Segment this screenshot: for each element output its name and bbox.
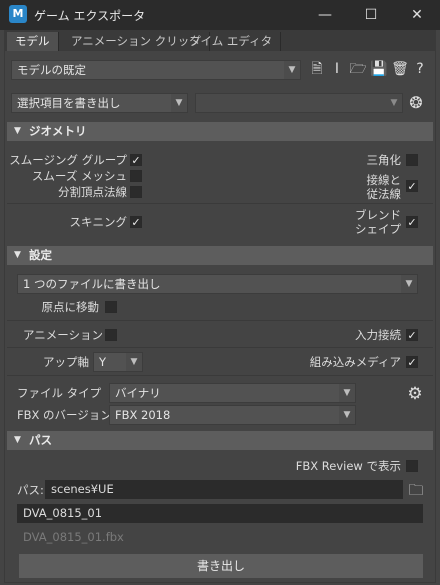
triangulate-checkbox[interactable] [406, 154, 418, 166]
input-connections-checkbox[interactable]: ✓ [406, 329, 418, 341]
settings-section-title: 設定 [29, 248, 52, 262]
export-mode-value: 選択項目を書き出し [17, 96, 121, 110]
blendshapes-label-line2: シェイプ [355, 222, 401, 236]
help-icon[interactable]: ? [411, 60, 429, 78]
fbx-version-value: FBX 2018 [115, 408, 171, 422]
tab-model[interactable]: モデル [7, 32, 59, 51]
preset-value: モデルの既定 [17, 63, 86, 77]
file-mode-value: 1 つのファイルに書き出し [23, 277, 161, 291]
close-button[interactable]: ✕ [394, 0, 440, 30]
separator [7, 203, 433, 204]
separator [7, 375, 433, 376]
selection-set-dropdown[interactable]: ▼ [195, 93, 403, 113]
fbx-version-dropdown[interactable]: FBX 2018 ▼ [109, 405, 356, 425]
up-axis-dropdown[interactable]: Y ▼ [93, 352, 143, 372]
smoothing-groups-label: スムージング グループ [9, 153, 127, 167]
collapse-triangle-icon: ▼ [14, 126, 21, 136]
export-mode-dropdown[interactable]: 選択項目を書き出し ▼ [11, 93, 188, 113]
chevron-down-icon: ▼ [171, 94, 187, 112]
file-type-label: ファイル タイプ [17, 386, 102, 400]
separator [7, 347, 433, 348]
input-connections-label: 入力接続 [355, 328, 401, 342]
geometry-section-header[interactable]: ▼ ジオメトリ [7, 122, 433, 141]
blendshapes-label-line1: ブレンド [355, 208, 401, 222]
path-input[interactable]: scenes¥UE [45, 480, 403, 499]
open-folder-icon[interactable]: 🗁 [349, 60, 367, 78]
file-name-preview: DVA_0815_01.fbx [23, 530, 124, 544]
minimize-button[interactable]: — [302, 0, 348, 30]
tab-bar: モデル アニメーション クリップ タイム エディタ [5, 31, 435, 51]
skinning-label: スキニング [69, 215, 128, 229]
fbx-review-label: FBX Review で表示 [295, 459, 401, 473]
path-section-header[interactable]: ▼ パス [7, 431, 433, 450]
triangulate-label: 三角化 [366, 153, 402, 167]
chevron-down-icon: ▼ [126, 353, 142, 371]
smooth-mesh-checkbox[interactable] [130, 170, 142, 182]
file-name-input[interactable]: DVA_0815_01 [17, 504, 423, 523]
chevron-down-icon: ▼ [284, 61, 300, 79]
selection-sets-icon[interactable]: ❂ [407, 94, 425, 112]
chevron-down-icon: ▼ [401, 275, 417, 293]
file-type-value: バイナリ [115, 386, 161, 400]
up-axis-value: Y [99, 355, 107, 369]
tab-time-editor[interactable]: タイム エディタ [181, 32, 282, 51]
embed-media-checkbox[interactable]: ✓ [406, 356, 418, 368]
delete-icon[interactable]: 🗑 [391, 60, 409, 78]
smoothing-groups-checkbox[interactable]: ✓ [130, 154, 142, 166]
tangents-label-line1: 接線と [366, 173, 402, 187]
export-button[interactable]: 書き出し [19, 554, 423, 578]
title-bar: M ゲーム エクスポータ — ☐ ✕ [0, 0, 440, 30]
window-title: ゲーム エクスポータ [34, 9, 146, 23]
up-axis-label: アップ軸 [43, 355, 89, 369]
add-preset-icon[interactable]: 🗎 [308, 60, 326, 78]
geometry-section-title: ジオメトリ [29, 124, 87, 138]
collapse-triangle-icon: ▼ [14, 250, 21, 260]
split-vertex-normals-label: 分割頂点法線 [58, 185, 127, 199]
embed-media-label: 組み込みメディア [309, 355, 401, 369]
gear-icon[interactable]: ⚙ [406, 385, 424, 403]
fbx-version-label: FBX のバージョン [17, 408, 112, 422]
folder-icon[interactable]: 🗀 [407, 481, 425, 499]
tangents-binormals-checkbox[interactable]: ✓ [406, 180, 418, 192]
animation-label: アニメーション [22, 328, 103, 342]
split-vertex-normals-checkbox[interactable] [130, 186, 142, 198]
maya-app-icon: M [9, 5, 27, 23]
settings-section-header[interactable]: ▼ 設定 [7, 246, 433, 265]
skinning-checkbox[interactable]: ✓ [130, 216, 142, 228]
smooth-mesh-label: スムーズ メッシュ [31, 169, 127, 183]
tangents-label-line2: 従法線 [366, 187, 402, 201]
move-to-origin-checkbox[interactable] [105, 301, 117, 313]
preset-dropdown[interactable]: モデルの既定 ▼ [11, 60, 301, 80]
fbx-review-checkbox[interactable] [406, 460, 418, 472]
collapse-triangle-icon: ▼ [14, 435, 21, 445]
animation-checkbox[interactable] [105, 329, 117, 341]
file-type-dropdown[interactable]: バイナリ ▼ [109, 383, 356, 403]
rename-preset-icon[interactable]: Ⅰ [328, 60, 346, 78]
chevron-down-icon: ▼ [386, 94, 402, 112]
separator [7, 320, 433, 321]
path-section-title: パス [29, 433, 52, 447]
blendshapes-checkbox[interactable]: ✓ [406, 216, 418, 228]
chevron-down-icon: ▼ [339, 384, 355, 402]
chevron-down-icon: ▼ [339, 406, 355, 424]
maximize-button[interactable]: ☐ [348, 0, 394, 30]
exporter-panel: モデル アニメーション クリップ タイム エディタ モデルの既定 ▼ 🗎 Ⅰ 🗁… [4, 30, 436, 583]
file-mode-dropdown[interactable]: 1 つのファイルに書き出し ▼ [17, 274, 418, 294]
save-icon[interactable]: 💾 [370, 60, 388, 78]
path-label: パス: [17, 483, 44, 497]
move-to-origin-label: 原点に移動 [41, 300, 100, 314]
